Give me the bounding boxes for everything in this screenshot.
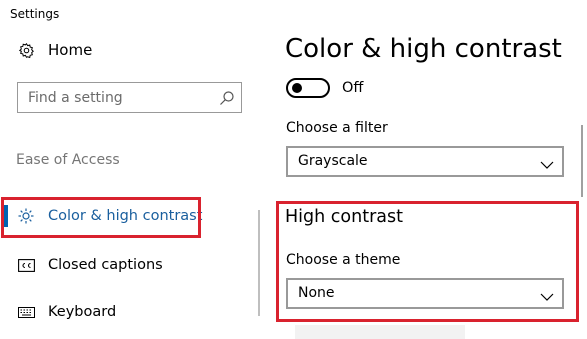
scrollbar[interactable]	[581, 125, 583, 197]
search-icon[interactable]	[219, 90, 235, 106]
sidebar-item-label: Closed captions	[48, 257, 163, 273]
theme-dropdown-value: None	[298, 285, 335, 301]
chevron-down-icon	[540, 156, 554, 169]
high-contrast-title: High contrast	[285, 207, 403, 227]
sidebar-divider	[258, 210, 260, 316]
chevron-down-icon	[540, 288, 554, 301]
sidebar-item-label: Color & high contrast	[48, 208, 203, 224]
closed-captions-icon	[17, 256, 35, 274]
sidebar-item-label: Keyboard	[48, 304, 117, 320]
toggle-knob	[292, 83, 302, 93]
page-title: Color & high contrast	[285, 34, 562, 64]
settings-window: Settings Home Ease of Access	[0, 0, 587, 339]
theme-dropdown[interactable]: None	[286, 278, 564, 309]
sidebar: Home Ease of Access	[0, 0, 265, 339]
filter-dropdown[interactable]: Grayscale	[286, 146, 564, 177]
theme-label: Choose a theme	[286, 252, 401, 268]
filter-dropdown-value: Grayscale	[298, 153, 368, 169]
nav-home-label: Home	[48, 41, 93, 59]
search-box	[17, 82, 242, 113]
toggle-state-label: Off	[342, 80, 364, 96]
sidebar-item-closed-captions[interactable]: Closed captions	[0, 247, 230, 283]
selected-indicator	[3, 205, 8, 227]
nav-home[interactable]: Home	[17, 38, 92, 62]
color-filter-toggle[interactable]	[286, 78, 330, 98]
theme-preview-edge	[295, 325, 465, 339]
sidebar-item-keyboard[interactable]: Keyboard	[0, 294, 230, 330]
keyboard-icon	[17, 303, 35, 321]
main-content: Color & high contrast Off Choose a filte…	[265, 0, 587, 339]
gear-icon	[17, 41, 35, 59]
sidebar-item-color-high-contrast[interactable]: Color & high contrast	[0, 198, 230, 234]
section-header-ease-of-access: Ease of Access	[16, 152, 120, 168]
filter-label: Choose a filter	[286, 120, 388, 136]
search-input[interactable]	[18, 84, 213, 111]
brightness-icon	[17, 207, 35, 225]
